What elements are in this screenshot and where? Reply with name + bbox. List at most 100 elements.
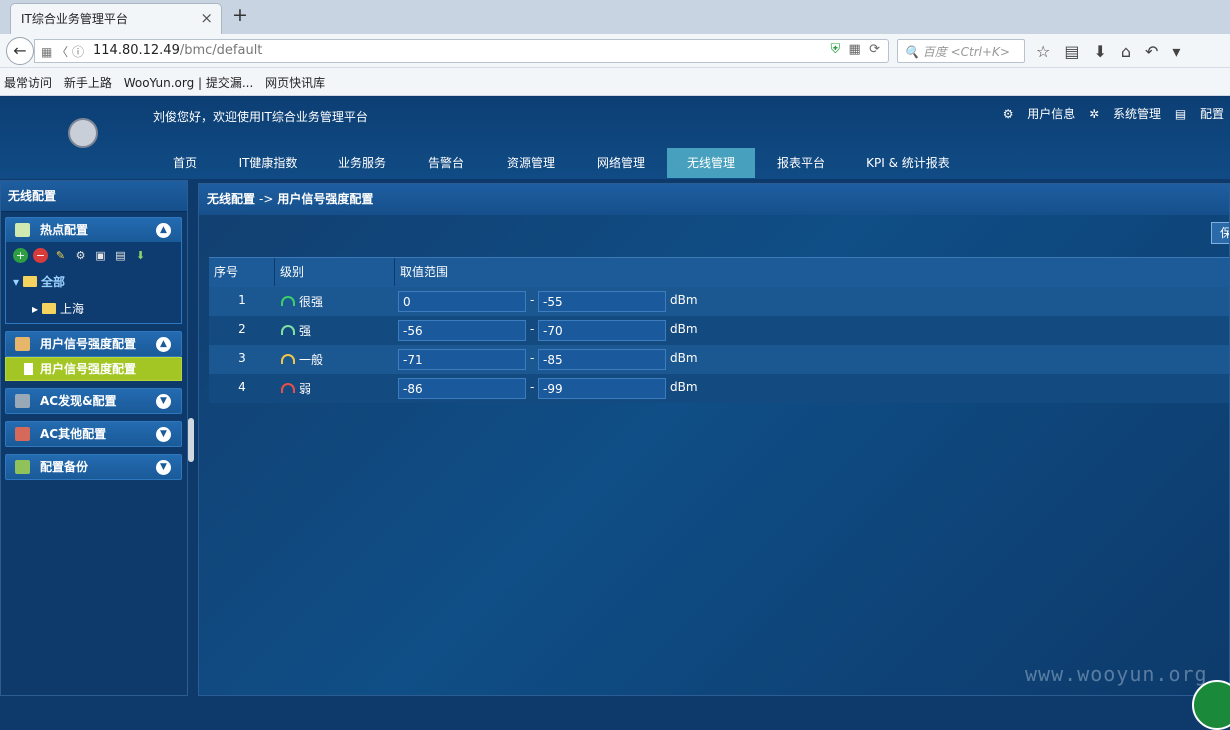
back-arrow-icon[interactable]: ←: [6, 37, 34, 65]
tree-child[interactable]: ▸ 上海: [32, 300, 84, 317]
app-header: 刘俊您好，欢迎使用IT综合业务管理平台 ⚙ 用户信息 ✲ 系统管理 ▤ 配置 首…: [0, 97, 1230, 179]
breadcrumb-parent[interactable]: 无线配置: [207, 192, 255, 206]
col-header-level: 级别: [275, 258, 395, 286]
range-min-input[interactable]: [398, 349, 526, 370]
remove-icon[interactable]: −: [33, 248, 48, 263]
section-hotspot[interactable]: 热点配置 ▲: [5, 217, 182, 243]
chevron-up-icon[interactable]: ▲: [156, 223, 171, 238]
new-tab-icon[interactable]: +: [232, 4, 248, 26]
browser-toolbar-icons[interactable]: ☆▤⬇⌂↶▾: [1036, 42, 1194, 61]
nav-resource[interactable]: 资源管理: [498, 148, 564, 178]
chevron-down-icon[interactable]: ▼: [156, 394, 171, 409]
bookmark-item[interactable]: 网页快讯库: [265, 76, 325, 90]
tree-root-label: 全部: [41, 275, 66, 289]
section-signal-strength[interactable]: 用户信号强度配置 ▲: [5, 331, 182, 357]
nav-business[interactable]: 业务服务: [330, 148, 394, 178]
wifi-signal-icon: [281, 325, 295, 335]
unit-label: dBm: [670, 380, 698, 394]
top-links: ⚙ 用户信息 ✲ 系统管理 ▤ 配置: [993, 105, 1224, 122]
section-ac-discovery[interactable]: AC发现&配置 ▼: [5, 388, 182, 414]
content-panel: 无线配置 ->用户信号强度配置 保 序号 级别 取值范围 1 很强 - dBm 2…: [198, 183, 1230, 696]
hotspot-panel: + − ✎ ⚙ ▣ ▤ ⬇ ▾ 全部 ▸ 上海: [5, 242, 182, 324]
chevron-up-icon[interactable]: ▲: [156, 337, 171, 352]
row-number: 1: [238, 293, 246, 307]
section-signal-label: 用户信号强度配置: [40, 337, 137, 351]
range-max-input[interactable]: [538, 378, 666, 399]
table-row: 3 一般 - dBm: [209, 345, 1229, 374]
hotspot-icon: [15, 223, 30, 237]
globe-logo-icon: [68, 118, 98, 148]
folder-icon: [42, 303, 57, 314]
sidebar-title: 无线配置: [1, 181, 187, 212]
range-min-input[interactable]: [398, 378, 526, 399]
welcome-text: 刘俊您好，欢迎使用IT综合业务管理平台: [153, 110, 368, 124]
unit-label: dBm: [670, 351, 698, 365]
system-admin-link[interactable]: ✲ 系统管理: [1089, 107, 1161, 121]
address-bar[interactable]: ▦ 〈 ⓘ 114.80.12.49/bmc/default ⛨ ▦ ⟳: [34, 39, 889, 63]
config-link[interactable]: ▤ 配置: [1175, 107, 1224, 121]
table-row: 2 强 - dBm: [209, 316, 1229, 345]
reload-icon[interactable]: ⛨ ▦ ⟳: [831, 42, 880, 57]
close-tab-icon[interactable]: ×: [200, 9, 213, 27]
col-header-range: 取值范围: [400, 265, 449, 279]
range-min-input[interactable]: [398, 291, 526, 312]
hotspot-toolbar: + − ✎ ⚙ ▣ ▤ ⬇: [13, 248, 153, 263]
system-admin-label: 系统管理: [1112, 107, 1161, 121]
search-input[interactable]: 🔍 百度 <Ctrl+K>: [897, 39, 1025, 63]
chevron-down-icon[interactable]: ▼: [156, 427, 171, 442]
edit-icon[interactable]: ✎: [53, 248, 68, 263]
bookmarks-bar: 最常访问 新手上路 WooYun.org | 提交漏... 网页快讯库: [0, 68, 1230, 96]
page-info-icon[interactable]: ▦ 〈 ⓘ: [41, 43, 84, 60]
backup-icon: [15, 460, 30, 474]
table-header: 序号 级别 取值范围: [209, 257, 1229, 287]
section-ac-discovery-label: AC发现&配置: [40, 394, 117, 408]
tree-root[interactable]: ▾ 全部: [13, 273, 65, 290]
section-backup[interactable]: 配置备份 ▼: [5, 454, 182, 480]
nav-home[interactable]: 首页: [160, 148, 210, 178]
download-icon[interactable]: ⬇: [133, 248, 148, 263]
table-row: 4 弱 - dBm: [209, 374, 1229, 403]
range-min-input[interactable]: [398, 320, 526, 341]
breadcrumb-separator: ->: [259, 192, 274, 206]
add-icon[interactable]: +: [13, 248, 28, 263]
sidebar-item-label: 用户信号强度配置: [40, 362, 137, 376]
nav-network[interactable]: 网络管理: [588, 148, 654, 178]
nav-alarm[interactable]: 告警台: [418, 148, 474, 178]
nav-it-health[interactable]: IT健康指数: [230, 148, 306, 178]
row-number: 2: [238, 322, 246, 336]
bookmark-item[interactable]: 新手上路: [64, 76, 112, 90]
import-icon[interactable]: ▤: [113, 248, 128, 263]
row-number: 4: [238, 380, 246, 394]
row-level: 弱: [281, 380, 311, 397]
bookmark-item[interactable]: 最常访问: [4, 76, 52, 90]
wifi-signal-icon: [281, 354, 295, 364]
chevron-down-icon[interactable]: ▼: [156, 460, 171, 475]
document-icon: [24, 363, 33, 375]
range-max-input[interactable]: [538, 349, 666, 370]
sidebar-splitter[interactable]: [188, 418, 194, 462]
url-text: 114.80.12.49/bmc/default: [93, 43, 262, 58]
save-button[interactable]: 保: [1211, 222, 1229, 244]
section-ac-other[interactable]: AC其他配置 ▼: [5, 421, 182, 447]
seal-logo: [1192, 680, 1230, 730]
user-info-link[interactable]: ⚙ 用户信息: [1003, 107, 1076, 121]
nav-report[interactable]: 报表平台: [768, 148, 834, 178]
range-max-input[interactable]: [538, 291, 666, 312]
export-icon[interactable]: ▣: [93, 248, 108, 263]
url-host: 114.80.12.49: [93, 43, 180, 58]
wifi-signal-icon: [281, 296, 295, 306]
users-icon: [15, 337, 30, 351]
nav-wireless[interactable]: 无线管理: [667, 148, 755, 178]
range-max-input[interactable]: [538, 320, 666, 341]
row-number: 3: [238, 351, 246, 365]
bookmark-item[interactable]: WooYun.org | 提交漏...: [124, 76, 254, 90]
section-ac-other-label: AC其他配置: [40, 427, 107, 441]
sidebar-item-signal-strength[interactable]: 用户信号强度配置: [5, 357, 182, 381]
url-path: /bmc/default: [179, 43, 263, 58]
tree-child-label: 上海: [60, 302, 85, 316]
nav-kpi[interactable]: KPI & 统计报表: [858, 148, 958, 178]
range-separator: -: [530, 351, 535, 365]
settings-icon[interactable]: ⚙: [73, 248, 88, 263]
browser-tab[interactable]: IT综合业务管理平台 ×: [10, 3, 222, 34]
row-level: 强: [281, 322, 311, 339]
